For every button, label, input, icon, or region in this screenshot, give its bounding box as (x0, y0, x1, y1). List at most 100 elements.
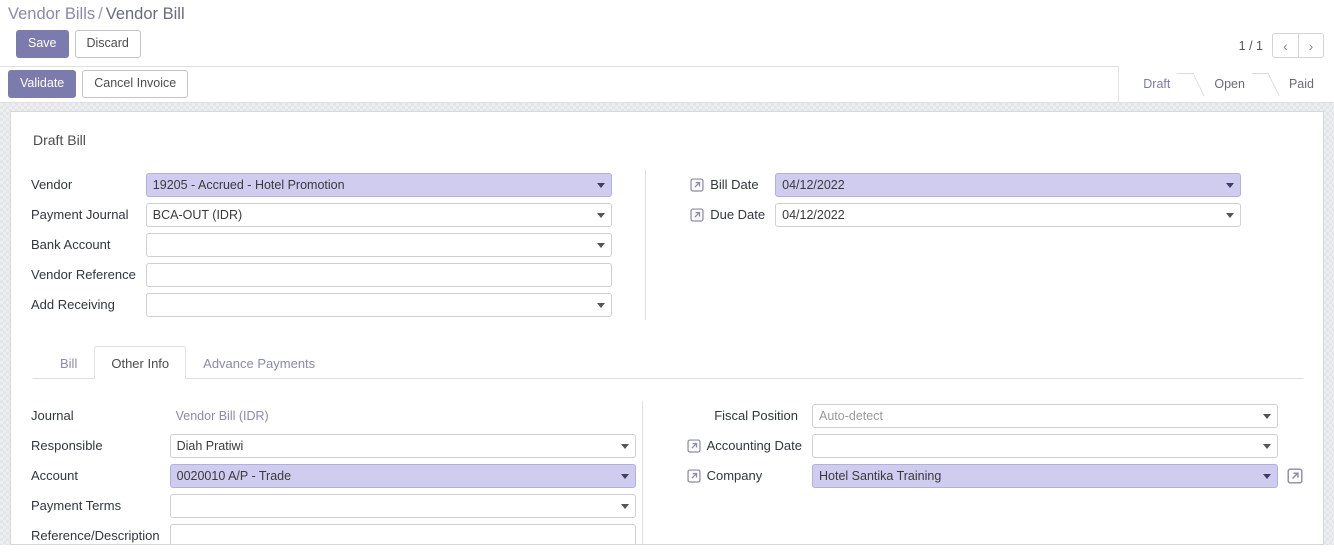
external-link-icon[interactable] (690, 207, 704, 222)
label-text: Bill Date (710, 177, 759, 192)
control-panel: Vendor Bills / Vendor Bill Save Discard 1 … (0, 0, 1334, 67)
field-journal: Vendor Bill (IDR) (170, 401, 642, 431)
accounting-date-input[interactable] (812, 433, 1278, 458)
save-button[interactable]: Save (16, 30, 69, 58)
label-text: Accounting Date (706, 438, 802, 453)
field-row-reference-description: Reference/Description (31, 521, 642, 544)
label-accounting-date: Accounting Date (661, 431, 812, 461)
field-row-vendor: Vendor 19205 - Accrued - Hotel Promotion (31, 170, 645, 200)
breadcrumb-current: Vendor Bill (105, 5, 185, 23)
chevron-down-icon (596, 242, 605, 248)
pager-next-button[interactable]: › (1298, 33, 1324, 59)
status-label: Open (1214, 77, 1245, 91)
field-row-bill-date: Bill Date 04/12/2022 (664, 170, 1303, 200)
chevron-down-icon (1226, 212, 1235, 218)
discard-button[interactable]: Discard (74, 30, 141, 58)
tab-panel-other-info: Journal Vendor Bill (IDR) Responsible Di… (31, 379, 1303, 544)
due-date-input[interactable]: 04/12/2022 (775, 202, 1242, 227)
pager-value: 1 / 1 (1238, 38, 1263, 53)
cancel-invoice-button[interactable]: Cancel Invoice (82, 70, 189, 98)
chevron-down-icon (596, 182, 605, 188)
chevron-down-icon (1263, 473, 1271, 479)
label-vendor-reference: Vendor Reference (31, 267, 136, 282)
external-link-icon[interactable] (687, 468, 701, 483)
payment-journal-input[interactable]: BCA-OUT (IDR) (145, 202, 612, 227)
bill-date-input[interactable]: 04/12/2022 (775, 172, 1242, 197)
chevron-right-icon: › (1308, 37, 1314, 54)
label-text: Company (706, 468, 763, 483)
breadcrumb-parent-link[interactable]: Vendor Bills (8, 5, 95, 23)
form-sheet: Draft Bill Vendor 19205 - Accrued - Hote… (10, 110, 1324, 545)
status-item-paid[interactable]: Paid (1264, 66, 1334, 102)
external-link-icon[interactable] (687, 438, 701, 453)
field-add-receiving (145, 290, 645, 320)
field-payment-terms (169, 491, 642, 521)
field-accounting-date (812, 431, 1303, 461)
chevron-down-icon (620, 443, 629, 449)
field-company: Hotel Santika Training (812, 461, 1303, 491)
label-payment-journal: Payment Journal (31, 207, 129, 222)
field-row-payment-journal: Payment Journal BCA-OUT (IDR) (31, 200, 645, 230)
add-receiving-input[interactable] (145, 292, 612, 317)
journal-value: Vendor Bill (IDR) (175, 408, 269, 423)
label-add-receiving: Add Receiving (31, 297, 115, 312)
field-row-account: Account 0020010 A/P - Trade (31, 461, 642, 491)
record-actions: Save Discard (8, 26, 149, 66)
workflow-buttons: Validate Cancel Invoice (8, 70, 189, 98)
bill-date-value: 04/12/2022 (782, 177, 845, 192)
label-vendor: Vendor (31, 177, 73, 192)
field-vendor-reference (145, 260, 645, 290)
label-bill-date: Bill Date (664, 170, 775, 200)
other-info-right-column: Fiscal Position Auto-detect Accounting D… (661, 401, 1303, 491)
status-label: Draft (1143, 77, 1171, 91)
fiscal-position-input[interactable]: Auto-detect (812, 403, 1278, 428)
field-reference-description (169, 521, 642, 544)
chevron-down-icon (1226, 182, 1235, 188)
label-payment-terms: Payment Terms (31, 498, 122, 513)
notebook-tabs: Bill Other Info Advance Payments (33, 345, 1303, 379)
status-item-open[interactable]: Open (1190, 66, 1265, 102)
field-row-add-receiving: Add Receiving (31, 290, 645, 320)
toolbar-row: Save Discard 1 / 1 ‹ › (0, 26, 1334, 66)
external-link-icon[interactable] (690, 177, 704, 192)
vendor-input[interactable]: 19205 - Accrued - Hotel Promotion (145, 172, 612, 197)
field-responsible: Diah Pratiwi (169, 431, 642, 461)
field-due-date: 04/12/2022 (775, 200, 1303, 230)
bank-account-input[interactable] (145, 232, 612, 257)
account-value: 0020010 A/P - Trade (176, 468, 292, 483)
responsible-input[interactable]: Diah Pratiwi (169, 433, 636, 458)
pager: 1 / 1 ‹ › (1238, 33, 1326, 59)
label-journal: Journal (31, 408, 74, 423)
account-input[interactable]: 0020010 A/P - Trade (169, 463, 636, 488)
label-due-date: Due Date (664, 200, 775, 230)
company-external-link-icon[interactable] (1287, 468, 1303, 484)
tab-advance-payments[interactable]: Advance Payments (186, 346, 332, 379)
status-pipeline: Draft Open Paid (1118, 66, 1334, 102)
chevron-down-icon (620, 473, 629, 479)
field-account: 0020010 A/P - Trade (169, 461, 642, 491)
field-vendor: 19205 - Accrued - Hotel Promotion (145, 170, 645, 200)
responsible-value: Diah Pratiwi (176, 438, 244, 453)
payment-terms-input[interactable] (169, 493, 636, 518)
reference-description-input[interactable] (169, 523, 636, 544)
other-info-left-column: Journal Vendor Bill (IDR) Responsible Di… (31, 401, 642, 544)
label-text: Due Date (710, 207, 766, 222)
chevron-down-icon (1263, 443, 1271, 449)
pager-previous-button[interactable]: ‹ (1272, 33, 1298, 59)
validate-button[interactable]: Validate (8, 70, 77, 98)
label-account: Account (31, 468, 78, 483)
chevron-down-icon (596, 302, 605, 308)
label-responsible: Responsible (31, 438, 103, 453)
chevron-down-icon (596, 212, 605, 218)
tab-bill[interactable]: Bill (43, 346, 94, 379)
status-label: Paid (1288, 77, 1314, 91)
field-row-due-date: Due Date 04/12/2022 (664, 200, 1303, 230)
main-left-column: Vendor 19205 - Accrued - Hotel Promotion… (31, 170, 645, 320)
status-item-draft[interactable]: Draft (1119, 66, 1191, 102)
column-divider (645, 169, 647, 320)
field-row-vendor-reference: Vendor Reference (31, 260, 645, 290)
field-row-fiscal-position: Fiscal Position Auto-detect (661, 401, 1303, 431)
tab-other-info[interactable]: Other Info (94, 345, 187, 379)
vendor-reference-input[interactable] (145, 262, 612, 287)
company-input[interactable]: Hotel Santika Training (812, 463, 1278, 488)
